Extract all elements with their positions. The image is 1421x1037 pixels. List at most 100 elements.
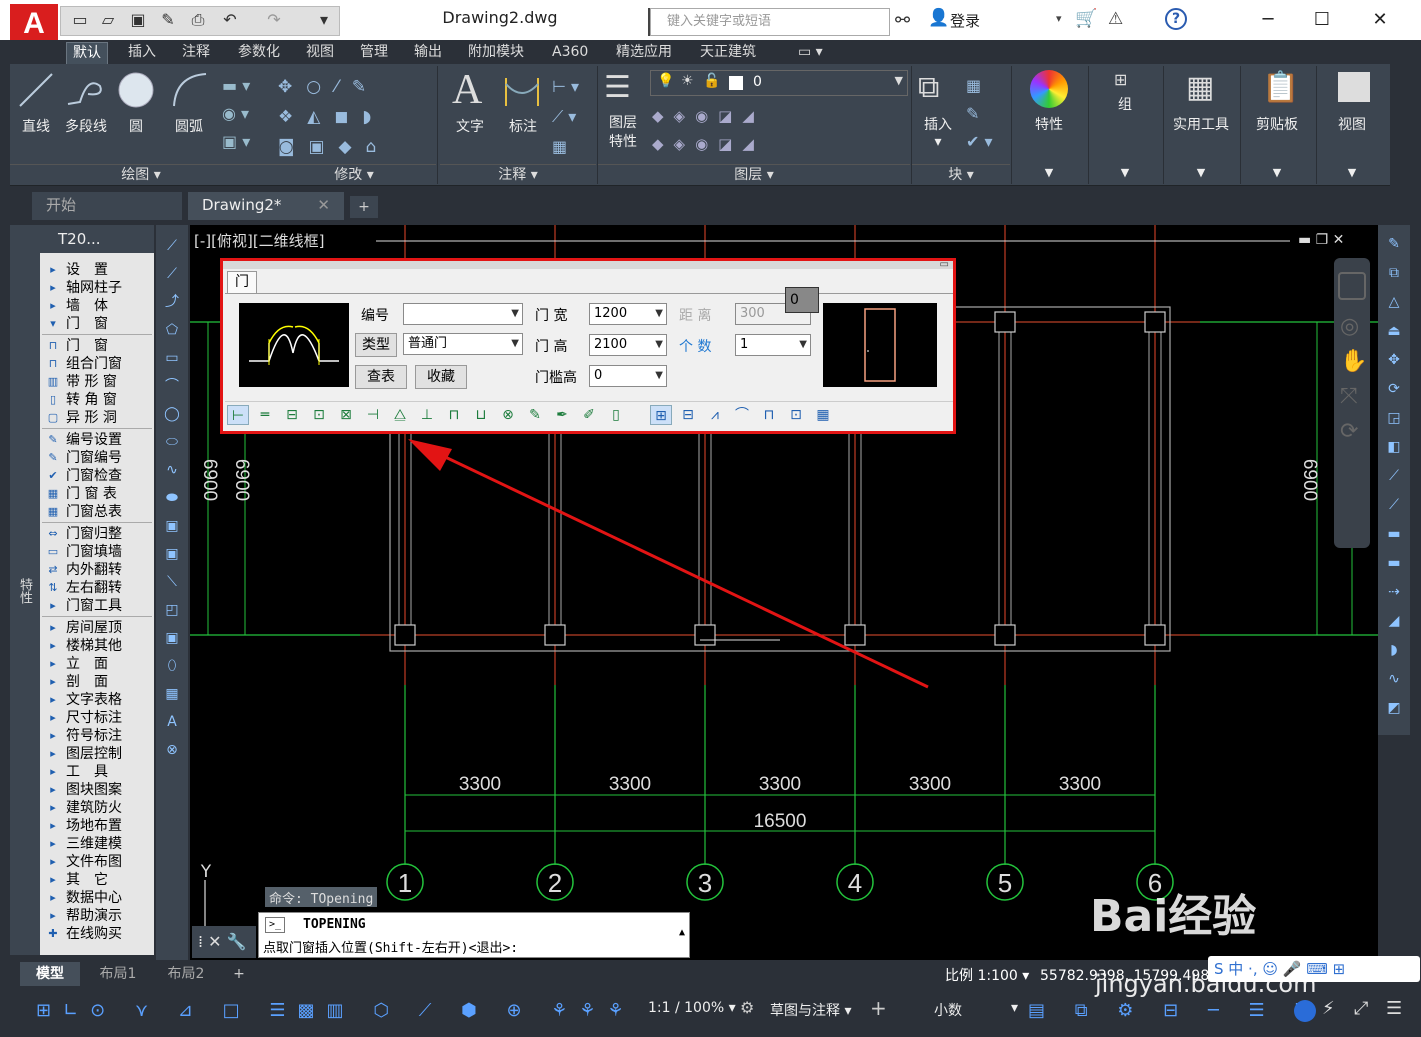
- tab-tangent[interactable]: 天正建筑: [694, 42, 762, 64]
- draw-tool-icon[interactable]: ▦: [160, 683, 184, 705]
- search-input[interactable]: 键入关键字或短语: [650, 8, 890, 36]
- utilities-button[interactable]: 实用工具: [1168, 114, 1234, 134]
- draw-tool-icon[interactable]: ∿: [160, 459, 184, 481]
- favorite-button[interactable]: 收藏: [415, 365, 467, 389]
- menu-item[interactable]: ▸ 剖 面: [44, 673, 152, 691]
- count-combo[interactable]: 1 ▼: [735, 334, 811, 356]
- command-controls[interactable]: ⁞ ✕ 🔧: [192, 926, 256, 958]
- modify-tool-icon[interactable]: ✥: [1382, 349, 1406, 371]
- menu-item[interactable]: ▸ 场地布置: [44, 817, 152, 835]
- hardware-accel-icon[interactable]: ⚡: [1322, 998, 1335, 1019]
- line-icon[interactable]: [18, 70, 54, 110]
- login-button[interactable]: 登录: [950, 10, 980, 31]
- modify-tool-icon[interactable]: ▬: [1382, 552, 1406, 574]
- menu-item[interactable]: ▸ 门窗工具: [44, 597, 152, 615]
- menu-item[interactable]: ▾ 门 窗: [44, 315, 152, 333]
- dialog-tool-icon[interactable]: ⊓: [443, 405, 465, 425]
- menu-item[interactable]: ▦ 门窗总表: [44, 503, 152, 521]
- dimension-button[interactable]: 标注: [500, 116, 546, 136]
- zoom-icon[interactable]: ⤧: [1340, 384, 1364, 409]
- clipboard-icon[interactable]: 📋: [1262, 70, 1299, 105]
- draw-tool-icon[interactable]: ▣: [160, 543, 184, 565]
- maximize-button[interactable]: ☐: [1302, 6, 1342, 34]
- tab-annotate[interactable]: 注释: [176, 42, 216, 64]
- new-tab-button[interactable]: +: [350, 196, 378, 218]
- modify-tool-icon[interactable]: ⟳: [1382, 378, 1406, 400]
- modify-tool-icon[interactable]: ⇢: [1382, 581, 1406, 603]
- menu-item[interactable]: ▸ 符号标注: [44, 727, 152, 745]
- workspace-switch[interactable]: 草图与注释 ▾: [770, 1000, 851, 1020]
- dialog-tool-icon[interactable]: ⩘: [704, 405, 726, 425]
- plus-icon[interactable]: +: [870, 996, 887, 1020]
- dialog-tool-icon[interactable]: ⊓: [758, 405, 780, 425]
- tab-output[interactable]: 输出: [408, 42, 448, 64]
- menu-item[interactable]: ⇅ 左右翻转: [44, 579, 152, 597]
- dialog-tool-icon[interactable]: ✎: [524, 405, 546, 425]
- dialog-tool-icon[interactable]: ▦: [812, 405, 834, 425]
- modify-tool-icon[interactable]: ▬: [1382, 523, 1406, 545]
- menu-item[interactable]: ✎ 编号设置: [44, 431, 152, 449]
- menu-item[interactable]: ▯ 转 角 窗: [44, 391, 152, 409]
- insert-block-button[interactable]: 插入 ▾: [916, 114, 960, 150]
- dialog-tab-door[interactable]: 门: [227, 271, 257, 293]
- dialog-close-icon[interactable]: ▭: [940, 259, 949, 270]
- modify-tool-icon[interactable]: ◩: [1382, 697, 1406, 719]
- layers-group-label[interactable]: 图层 ▾: [598, 164, 910, 186]
- draw-tool-icon[interactable]: ⌒: [160, 375, 184, 397]
- arc-icon[interactable]: [170, 70, 210, 110]
- tab-manage[interactable]: 管理: [354, 42, 394, 64]
- properties-button[interactable]: 特性: [1016, 114, 1082, 134]
- dialog-tool-icon[interactable]: ⌒: [731, 405, 753, 425]
- type-combo[interactable]: 普通门 ▼: [403, 333, 523, 355]
- gear-icon[interactable]: ⚙: [740, 998, 754, 1017]
- close-tab-icon[interactable]: ✕: [317, 192, 330, 218]
- open-file-icon[interactable]: ▱: [96, 8, 120, 32]
- draw-small-tools[interactable]: ▬ ▾ ◉ ▾ ▣ ▾: [222, 72, 272, 154]
- dialog-tool-icon[interactable]: ✐: [578, 405, 600, 425]
- group-dropdown-icon[interactable]: ▼: [1094, 166, 1156, 179]
- units-dropdown[interactable]: 小数 ▾: [934, 1000, 1018, 1020]
- modify-tool-icon[interactable]: ◲: [1382, 407, 1406, 429]
- modify-tool-icon[interactable]: ◢: [1382, 610, 1406, 632]
- menu-item[interactable]: ▸ 立 面: [44, 655, 152, 673]
- view-icon[interactable]: [1338, 72, 1370, 102]
- clean-screen-icon[interactable]: ⤢: [1354, 998, 1368, 1019]
- properties-wheel-icon[interactable]: [1030, 70, 1068, 108]
- minimize-button[interactable]: ─: [1248, 6, 1288, 34]
- orbit-icon[interactable]: ⟳: [1340, 419, 1364, 444]
- dialog-tool-icon[interactable]: ⊡: [785, 405, 807, 425]
- help-icon[interactable]: ?: [1165, 8, 1187, 30]
- layer-small-tools[interactable]: ◆◈◉◪◢ ◆◈◉◪◢: [652, 102, 802, 158]
- line-button[interactable]: 直线: [14, 116, 58, 136]
- dimension-icon[interactable]: [502, 72, 542, 108]
- menu-item[interactable]: ▸ 设 置: [44, 261, 152, 279]
- menu-item[interactable]: ▸ 三维建模: [44, 835, 152, 853]
- modify-group-label[interactable]: 修改 ▾: [272, 164, 436, 186]
- viewcube-icon[interactable]: [1338, 272, 1366, 300]
- height-combo[interactable]: 2100 ▼: [589, 334, 667, 356]
- calculator-icon[interactable]: ▦: [1186, 70, 1214, 105]
- draw-tool-icon[interactable]: ◯: [160, 403, 184, 425]
- block-group-label[interactable]: 块 ▾: [912, 164, 1010, 186]
- tab-featured[interactable]: 精选应用: [610, 42, 678, 64]
- menu-item[interactable]: ▸ 建筑防火: [44, 799, 152, 817]
- modify-tool-icon[interactable]: ◧: [1382, 436, 1406, 458]
- text-icon[interactable]: A: [452, 66, 482, 114]
- lookup-button[interactable]: 查表: [355, 365, 407, 389]
- modify-tool-icon[interactable]: ✎: [1382, 233, 1406, 255]
- command-line[interactable]: >_ TOPENING 点取门窗插入位置(Shift-左右开)<退出>: ▲: [258, 912, 690, 958]
- login-dropdown-icon[interactable]: ▾: [1056, 12, 1062, 25]
- draw-tool-icon[interactable]: ⊗: [160, 739, 184, 761]
- draw-tool-icon[interactable]: ⬯: [160, 655, 184, 677]
- draw-tool-icon[interactable]: ▭: [160, 347, 184, 369]
- autocad-logo-icon[interactable]: A: [10, 4, 58, 44]
- dialog-tool-icon[interactable]: ═: [254, 405, 276, 425]
- draw-tool-icon[interactable]: A: [160, 711, 184, 733]
- draw-tool-icon[interactable]: ⬠: [160, 319, 184, 341]
- menu-item[interactable]: ▸ 墙 体: [44, 297, 152, 315]
- menu-item[interactable]: ▸ 文字表格: [44, 691, 152, 709]
- cart-icon[interactable]: 🛒: [1075, 8, 1097, 29]
- menu-item[interactable]: ▸ 文件布图: [44, 853, 152, 871]
- menu-item[interactable]: ▸ 帮助演示: [44, 907, 152, 925]
- draw-tool-icon[interactable]: ◰: [160, 599, 184, 621]
